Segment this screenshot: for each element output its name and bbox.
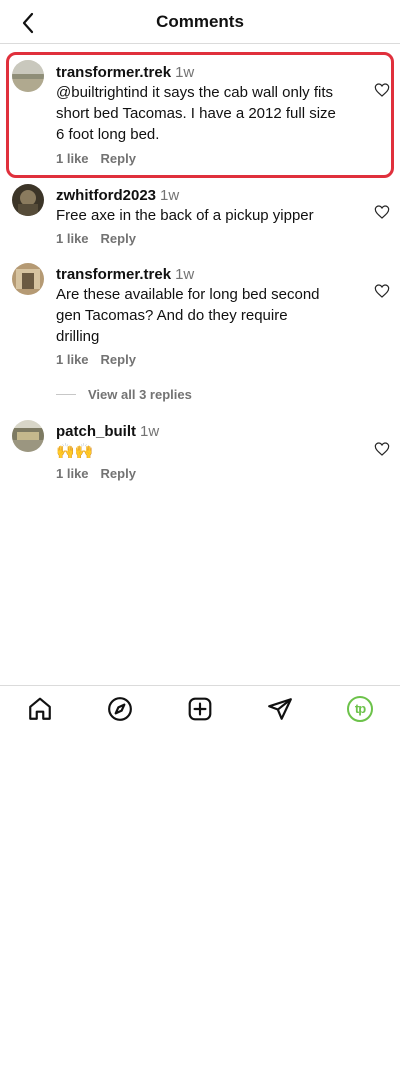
header: Comments bbox=[0, 0, 400, 44]
like-count[interactable]: 1 like bbox=[56, 466, 89, 481]
profile-icon: tp bbox=[347, 695, 373, 722]
username[interactable]: transformer.trek bbox=[56, 266, 171, 283]
view-replies-label: View all 3 replies bbox=[88, 386, 192, 402]
username[interactable]: zwhitford2023 bbox=[56, 187, 156, 204]
tab-home[interactable] bbox=[20, 689, 60, 729]
comment-text: 🙌🙌 bbox=[56, 443, 94, 460]
tab-explore[interactable] bbox=[100, 689, 140, 729]
avatar[interactable] bbox=[12, 60, 44, 92]
page-title: Comments bbox=[156, 12, 244, 31]
tab-create[interactable] bbox=[180, 689, 220, 729]
avatar[interactable] bbox=[12, 263, 44, 295]
view-replies-button[interactable]: View all 3 replies bbox=[56, 385, 192, 403]
bottom-tab-bar: tp bbox=[0, 685, 400, 731]
comment-text: @builtrightind it says the cab wall only… bbox=[56, 84, 336, 143]
comment-time: 1w bbox=[140, 423, 160, 440]
heart-icon[interactable] bbox=[374, 441, 390, 457]
comment-time: 1w bbox=[175, 64, 195, 81]
comment-time: 1w bbox=[160, 187, 180, 204]
avatar[interactable] bbox=[12, 420, 44, 452]
divider bbox=[56, 393, 76, 395]
direct-message-icon bbox=[268, 697, 292, 720]
reply-button[interactable]: Reply bbox=[101, 352, 136, 367]
reply-button[interactable]: Reply bbox=[101, 466, 136, 481]
heart-icon[interactable] bbox=[374, 204, 390, 220]
comment-text: Are these available for long bed second … bbox=[56, 286, 320, 345]
comment-text: Free axe in the back of a pickup yipper bbox=[56, 207, 314, 224]
tab-direct[interactable] bbox=[260, 689, 300, 729]
reply-button[interactable]: Reply bbox=[101, 151, 136, 166]
home-icon bbox=[29, 697, 51, 720]
username[interactable]: transformer.trek bbox=[56, 64, 171, 81]
like-count[interactable]: 1 like bbox=[56, 151, 89, 166]
like-count[interactable]: 1 like bbox=[56, 231, 89, 246]
avatar[interactable] bbox=[12, 184, 44, 216]
explore-icon bbox=[108, 696, 132, 721]
username[interactable]: patch_built bbox=[56, 423, 136, 440]
like-count[interactable]: 1 like bbox=[56, 352, 89, 367]
heart-icon[interactable] bbox=[374, 283, 390, 299]
tab-profile[interactable]: tp bbox=[340, 689, 380, 729]
reply-button[interactable]: Reply bbox=[101, 231, 136, 246]
create-icon bbox=[188, 697, 212, 720]
heart-icon[interactable] bbox=[374, 82, 390, 98]
comment-time: 1w bbox=[175, 266, 195, 283]
